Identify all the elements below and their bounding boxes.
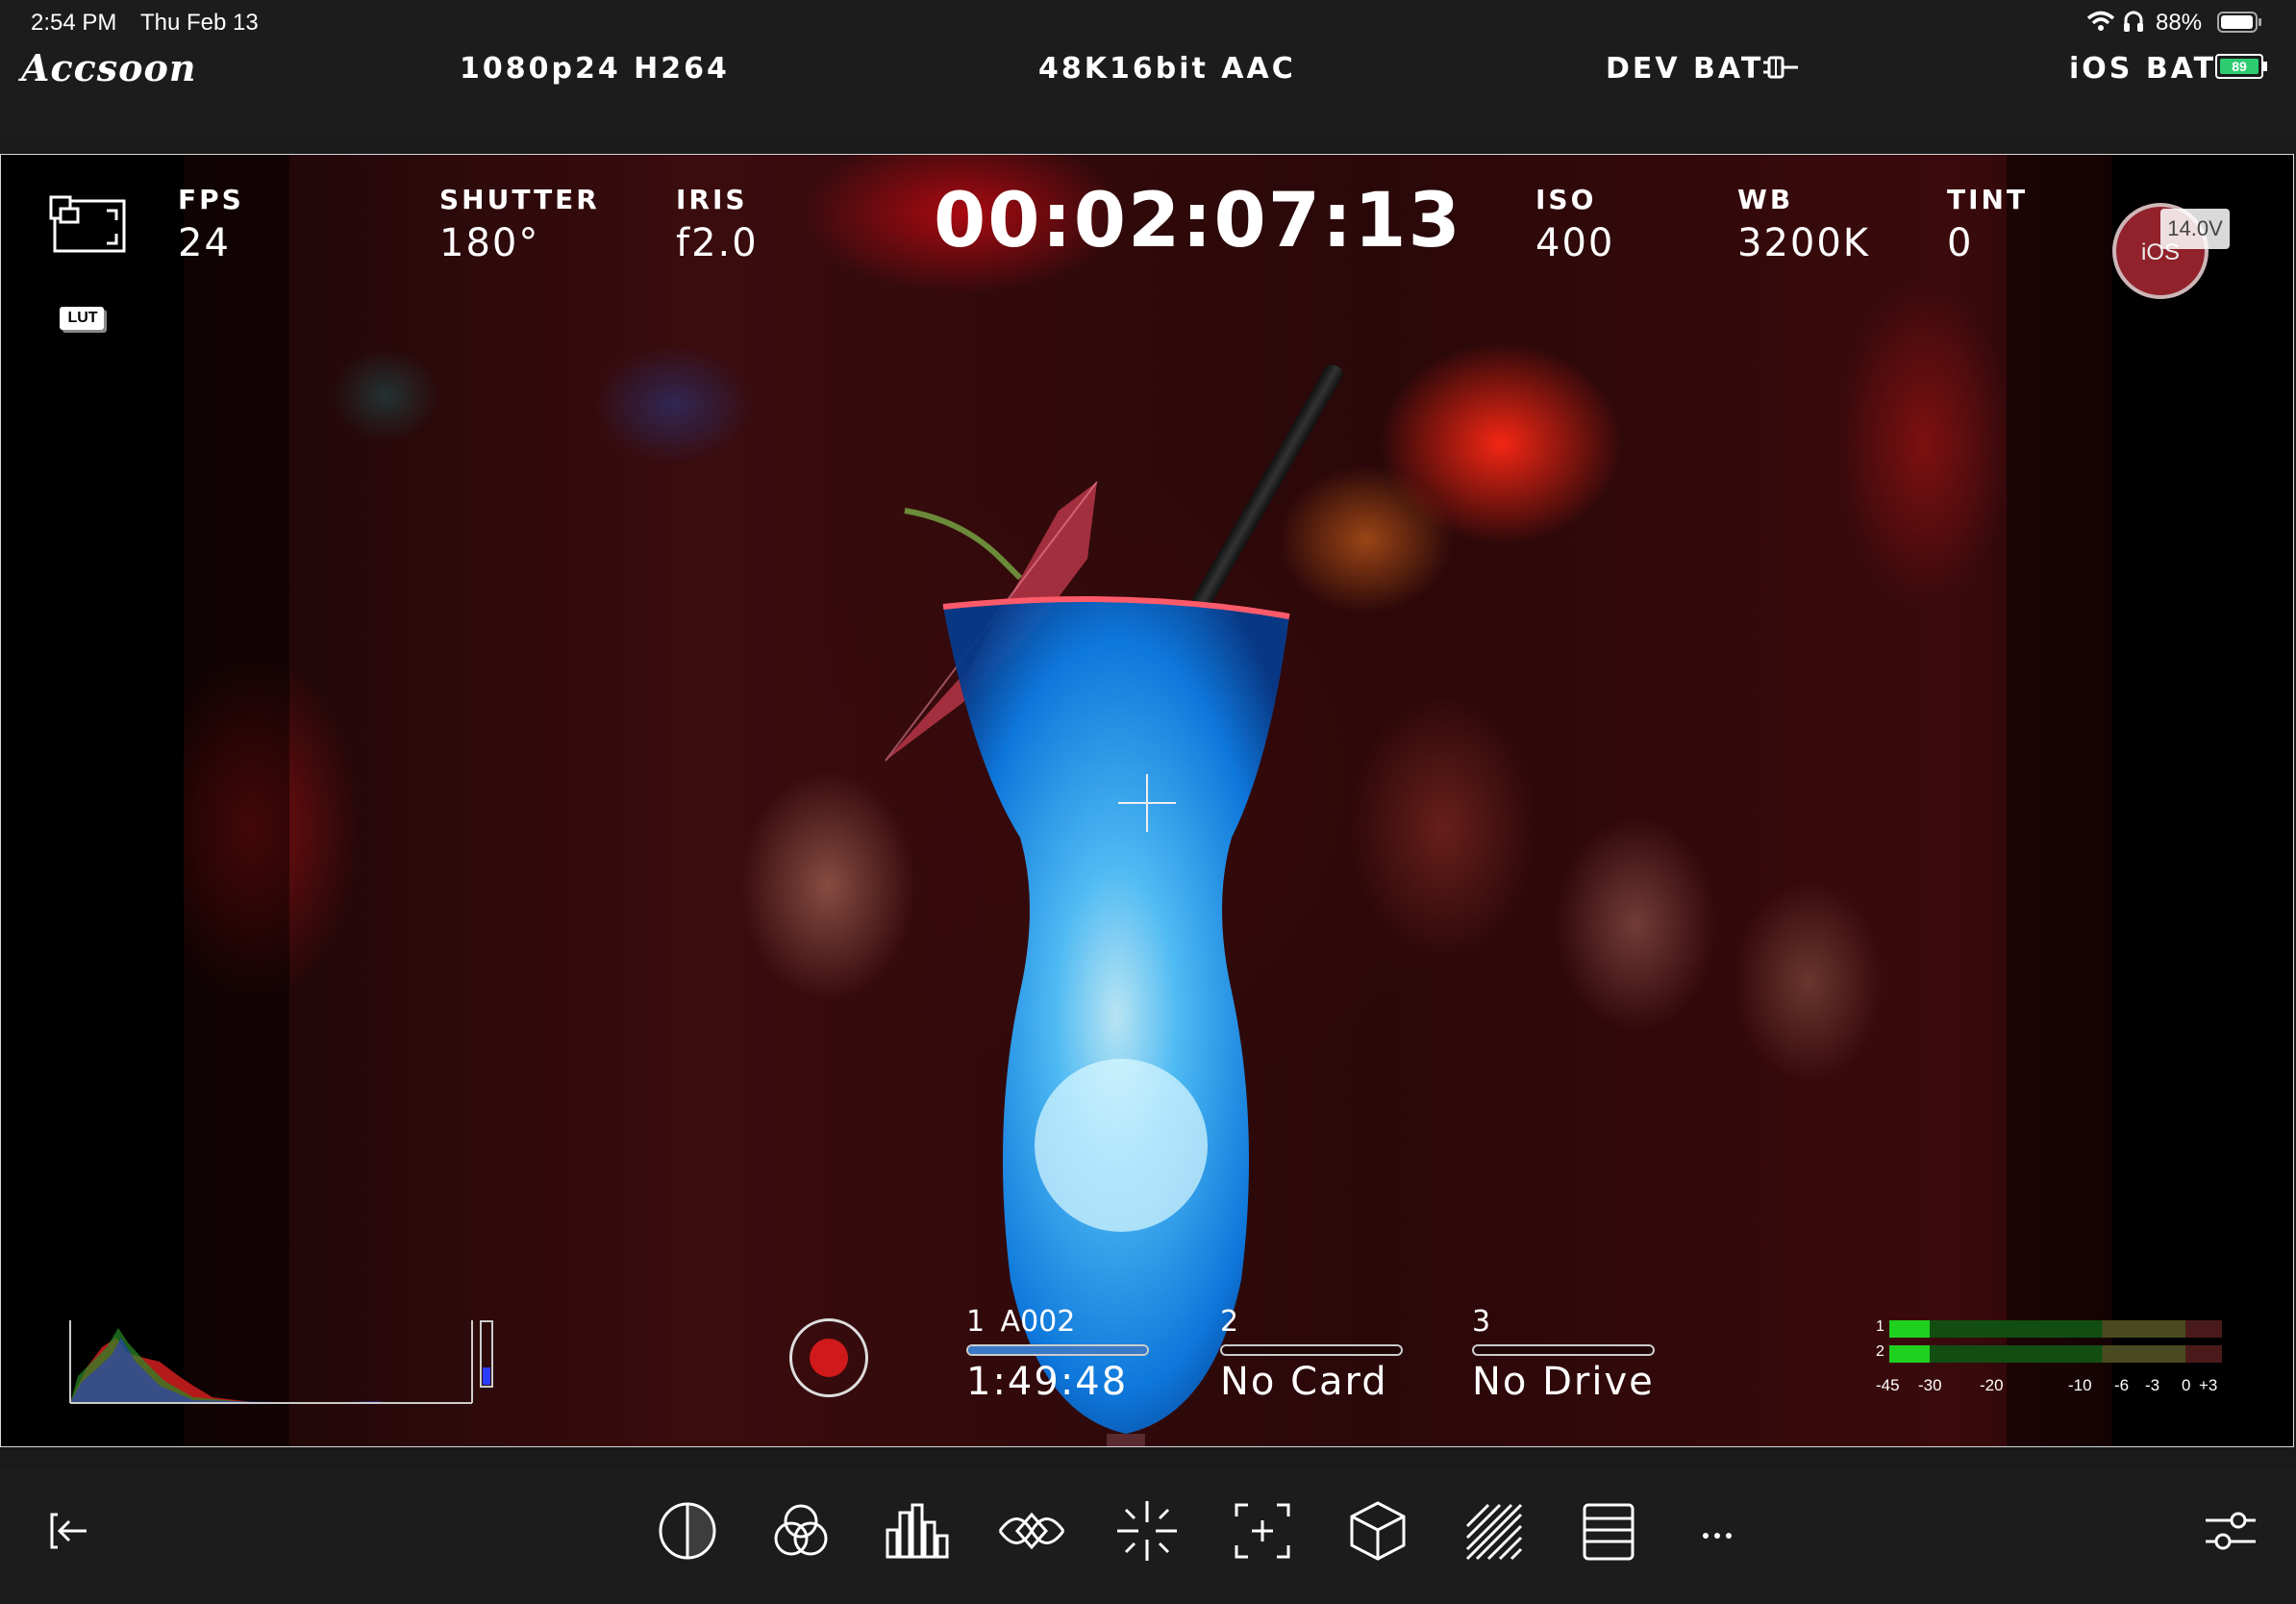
dev-bat-label: DEV BAT [1606, 52, 1764, 86]
iris-control[interactable]: IRIS f2.0 [676, 184, 759, 265]
audio-meter-ch2 [1889, 1345, 2222, 1363]
slot-1[interactable]: 1 A002 1:49:48 [966, 1305, 1149, 1404]
fps-label: FPS [178, 184, 244, 215]
shutter-value: 180° [439, 221, 540, 265]
status-date: Thu Feb 13 [140, 10, 259, 36]
left-mask [1, 155, 184, 1446]
frame-mode-icon[interactable] [49, 193, 130, 255]
settings-sliders-icon[interactable] [2202, 1503, 2259, 1561]
fps-control[interactable]: FPS 24 [178, 184, 244, 265]
audio-meter-ch1 [1889, 1320, 2222, 1338]
frame-guide-icon[interactable] [1229, 1497, 1296, 1565]
top-bar: 2:54 PM Thu Feb 13 88% Accsoon 1080p24 H… [0, 0, 2296, 135]
slot-2-number: 2 [1220, 1305, 1239, 1339]
right-mask [2112, 155, 2293, 1446]
slot-1-value: 1:49:48 [966, 1360, 1129, 1404]
iso-value: 400 [1535, 221, 1615, 265]
audio-level-ch1 [1889, 1320, 1930, 1338]
ios-bat-level: 89 [2220, 59, 2259, 74]
waveform-icon[interactable] [998, 1497, 1065, 1565]
false-color-icon[interactable] [1460, 1497, 1527, 1565]
iso-label: ISO [1535, 184, 1597, 215]
fps-value: 24 [178, 221, 231, 265]
more-icon[interactable] [1685, 1497, 1752, 1565]
shutter-control[interactable]: SHUTTER 180° [439, 184, 600, 265]
iris-label: IRIS [676, 184, 748, 215]
tint-value: 0 [1947, 221, 1974, 265]
video-viewport[interactable]: LUT FPS 24 SHUTTER 180° IRIS f2.0 00:02:… [0, 154, 2294, 1447]
wb-value: 3200K [1737, 221, 1871, 265]
slot-3-bar [1472, 1344, 1655, 1356]
status-time: 2:54 PM [31, 10, 117, 36]
slot-1-clip: A002 [1000, 1305, 1076, 1339]
wifi-icon [2086, 10, 2115, 38]
slot-3-number: 3 [1472, 1305, 1491, 1339]
histogram-icon[interactable] [883, 1497, 950, 1565]
audio-meter: 1 2 -45 -30 -20 -10 -6 -3 0 +3 [1866, 1316, 2228, 1413]
bottom-toolbar [0, 1468, 2296, 1604]
lut-badge[interactable]: LUT [59, 305, 109, 336]
audio-format: 48K16bit AAC [1038, 52, 1296, 86]
tint-control[interactable]: TINT 0 [1947, 184, 2028, 265]
slot-2-bar [1220, 1344, 1403, 1356]
slot-3-value: No Drive [1472, 1360, 1655, 1404]
wb-label: WB [1737, 184, 1794, 215]
histogram [68, 1318, 501, 1410]
iso-control[interactable]: ISO 400 [1535, 184, 1614, 265]
slot-1-number: 1 [966, 1305, 986, 1339]
record-dot-icon [810, 1339, 848, 1377]
center-crosshair [1118, 774, 1176, 832]
slot-2[interactable]: 2 No Card [1220, 1305, 1403, 1404]
record-button[interactable] [789, 1318, 868, 1397]
wb-control[interactable]: WB 3200K [1737, 184, 1870, 265]
exit-icon[interactable] [44, 1507, 92, 1555]
battery-icon [2217, 11, 2263, 38]
zebra-icon[interactable] [654, 1497, 721, 1565]
focus-peaking-icon[interactable] [1113, 1497, 1181, 1565]
headphones-icon [2123, 10, 2144, 38]
luma-bar [480, 1320, 493, 1388]
tint-label: TINT [1947, 184, 2029, 215]
slot-1-bar [966, 1344, 1149, 1356]
ios-battery-gauge: 89 [2215, 54, 2267, 79]
battery-percent: 88% [2156, 10, 2203, 36]
iris-value: f2.0 [676, 221, 759, 265]
ios-bat-label: iOS BAT [2069, 52, 2217, 86]
voltage-badge: 14.0V [2160, 209, 2230, 249]
slot-2-value: No Card [1220, 1360, 1388, 1404]
rgb-parade-icon[interactable] [767, 1497, 835, 1565]
lut-cube-icon[interactable] [1344, 1497, 1411, 1565]
accsoon-logo: Accsoon [21, 46, 197, 89]
shutter-label: SHUTTER [439, 184, 600, 215]
vectorscope-list-icon[interactable] [1575, 1497, 1642, 1565]
video-format: 1080p24 H264 [460, 52, 730, 86]
timecode: 00:02:07:13 [934, 178, 1462, 264]
audio-level-ch2 [1889, 1345, 1930, 1363]
power-plug-icon [1761, 52, 1800, 88]
slot-3[interactable]: 3 No Drive [1472, 1305, 1655, 1404]
